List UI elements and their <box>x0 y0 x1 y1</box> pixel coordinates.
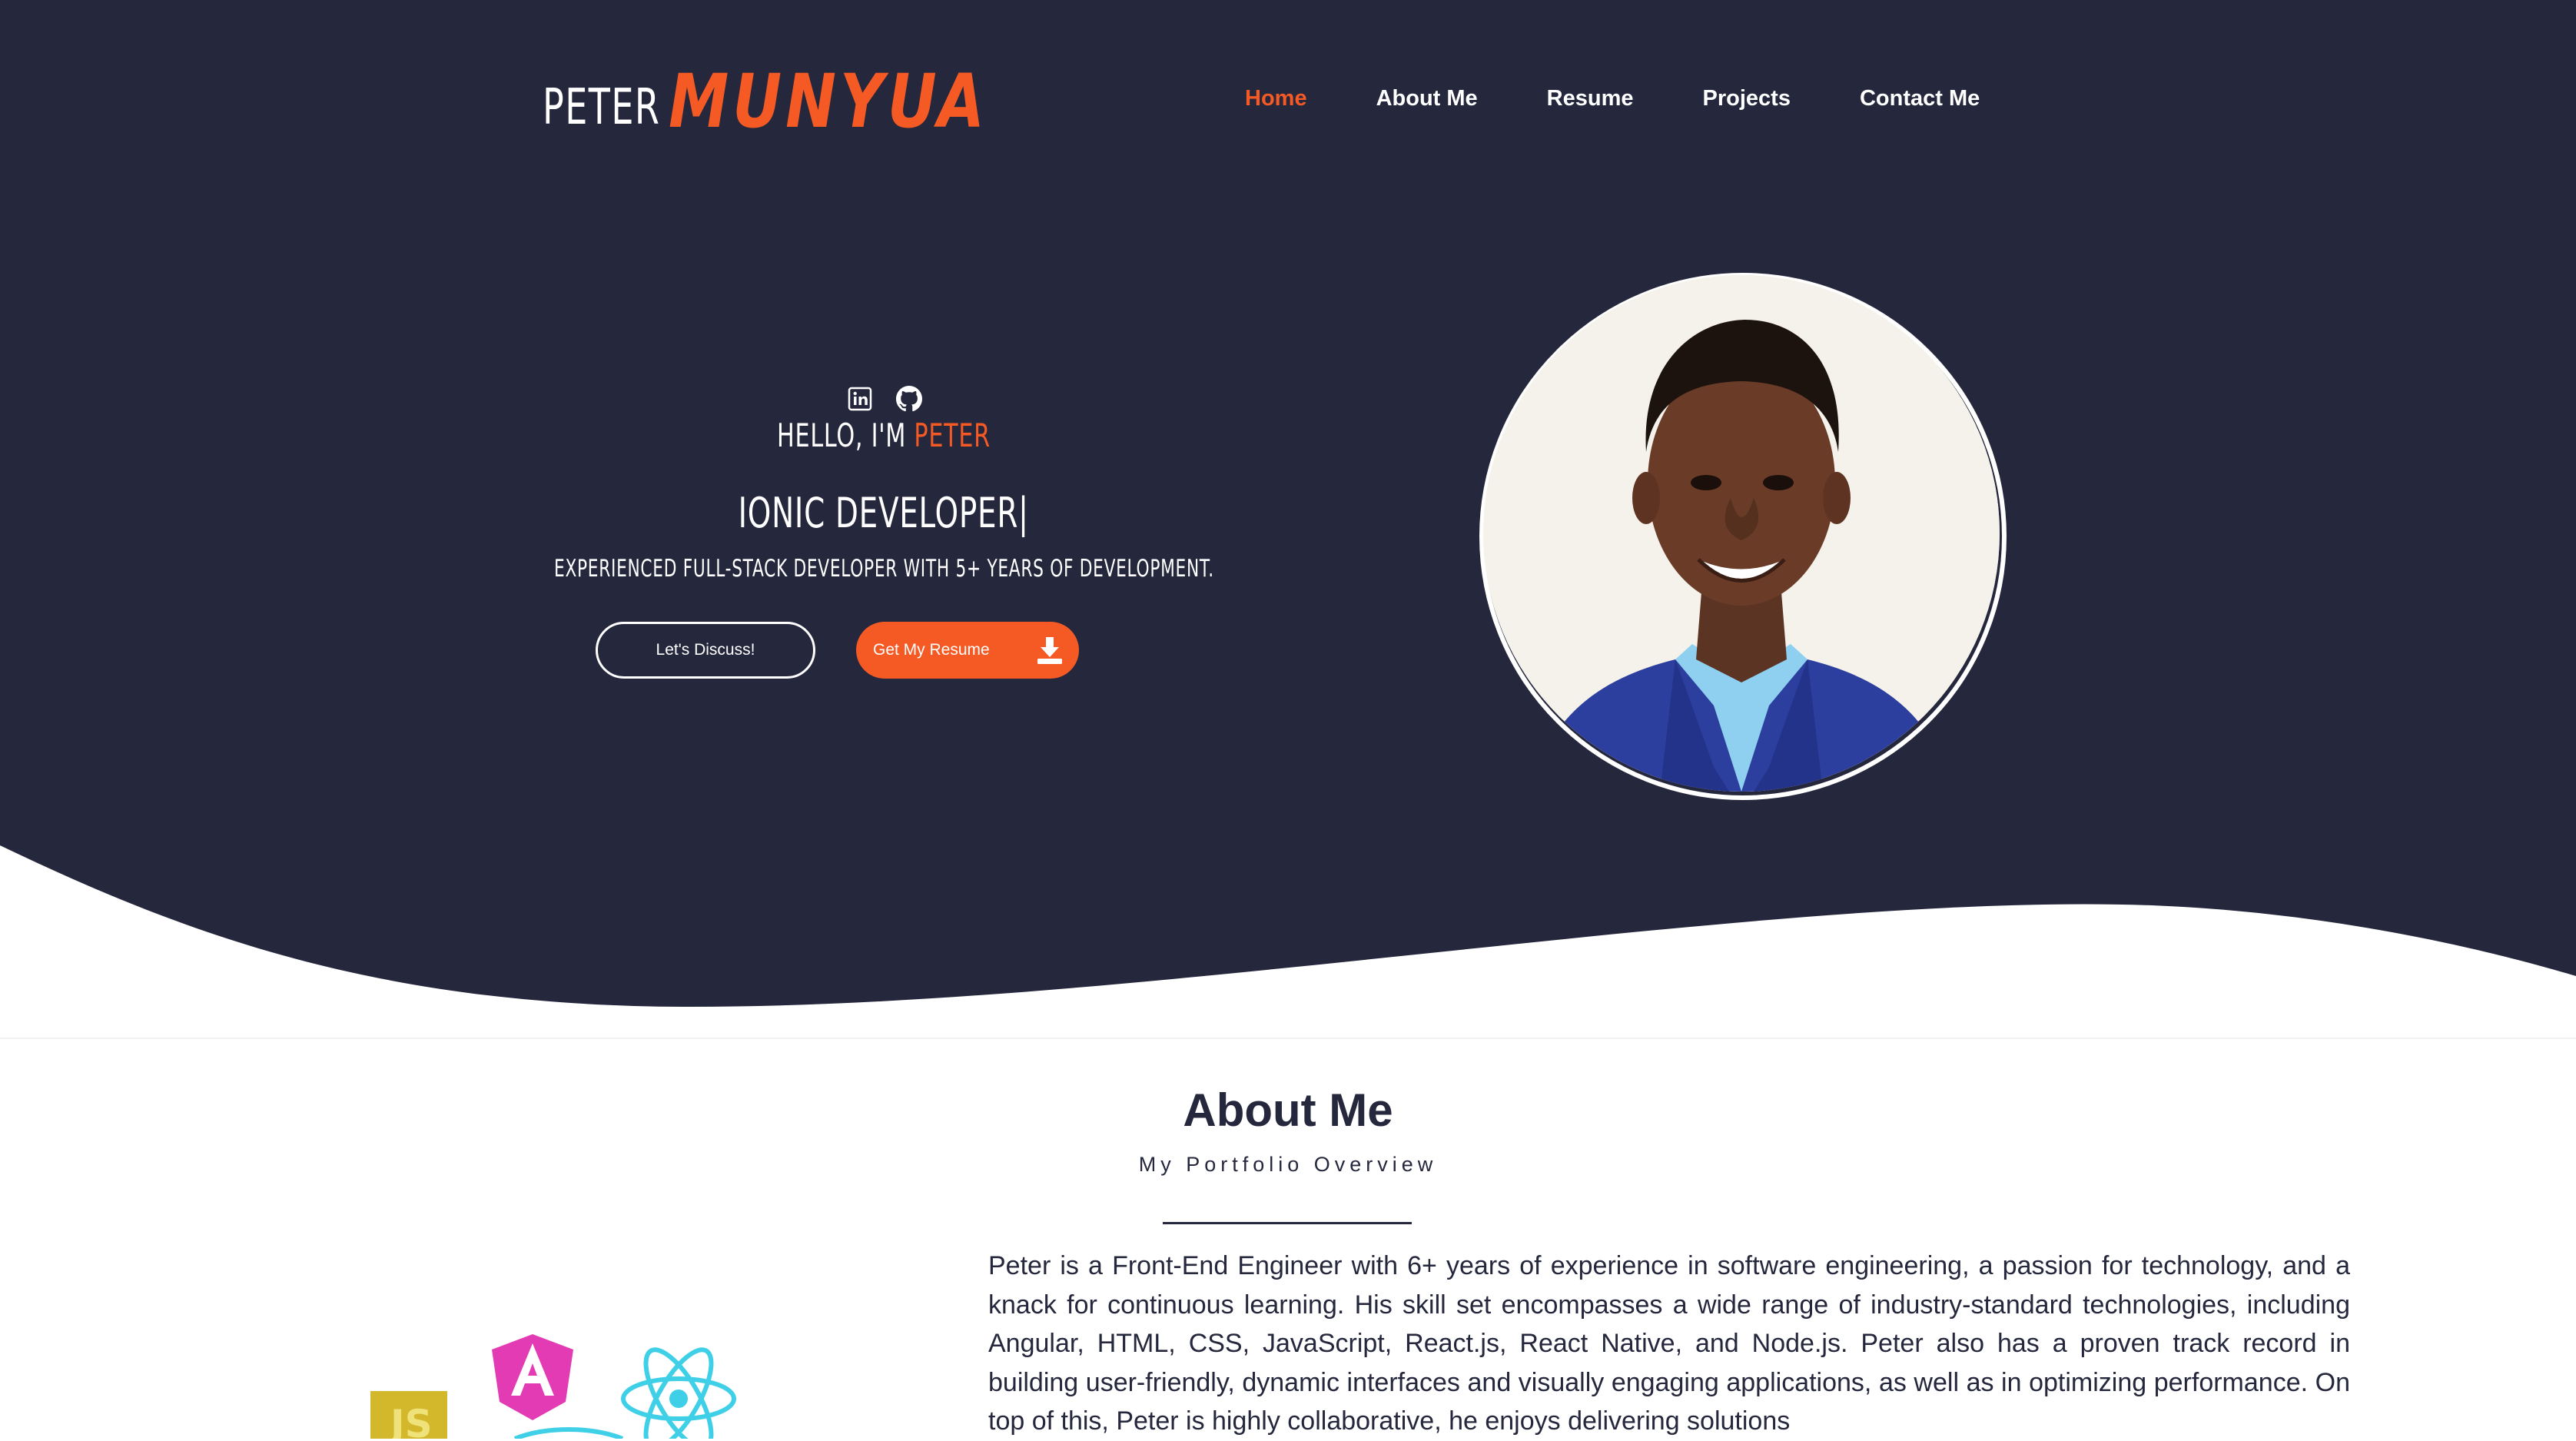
tagline-text: EXPERIENCED FULL-STACK DEVELOPER WITH 5+… <box>553 555 1214 583</box>
profile-photo-illustration <box>1483 275 2000 792</box>
nav-about-me[interactable]: About Me <box>1376 86 1478 111</box>
linkedin-icon[interactable] <box>847 386 873 412</box>
javascript-icon: JS <box>370 1391 447 1439</box>
download-icon <box>1037 637 1062 664</box>
nav-home[interactable]: Home <box>1245 86 1307 111</box>
about-description: Peter is a Front-End Engineer with 6+ ye… <box>988 1251 2350 1436</box>
nav-contact-me[interactable]: Contact Me <box>1860 86 1980 111</box>
section-divider <box>0 1038 2576 1039</box>
main-nav: Home About Me Resume Projects Contact Me <box>1245 86 2049 111</box>
svg-text:JS: JS <box>388 1402 433 1439</box>
get-resume-label: Get My Resume <box>873 641 990 659</box>
github-icon[interactable] <box>896 386 922 412</box>
role-text: IONIC DEVELOPER| <box>738 489 1030 537</box>
about-underline <box>1163 1222 1412 1224</box>
tech-stack-logos: JS <box>370 1334 736 1439</box>
nav-resume[interactable]: Resume <box>1547 86 1634 111</box>
about-title: About Me <box>1183 1084 1393 1136</box>
about-subtitle: My Portfolio Overview <box>1138 1153 1438 1176</box>
logo-last-name: MUNYUA <box>669 58 988 144</box>
react-icon <box>621 1347 736 1439</box>
greeting-name: PETER <box>914 417 991 454</box>
angular-icon <box>492 1334 573 1420</box>
profile-photo <box>1483 275 2000 792</box>
lets-discuss-button[interactable]: Let's Discuss! <box>596 622 815 679</box>
site-logo[interactable]: PETER MUNYUA <box>543 54 1058 138</box>
social-links <box>847 386 922 412</box>
hero-wave-divider <box>0 845 2576 1045</box>
nav-projects[interactable]: Projects <box>1703 86 1791 111</box>
lets-discuss-label: Let's Discuss! <box>656 641 755 659</box>
greeting-prefix: HELLO, I'M <box>777 417 915 454</box>
react-swirl-decoration <box>513 1427 624 1439</box>
logo-first-name: PETER <box>543 79 661 136</box>
get-resume-button[interactable]: Get My Resume <box>856 622 1079 679</box>
